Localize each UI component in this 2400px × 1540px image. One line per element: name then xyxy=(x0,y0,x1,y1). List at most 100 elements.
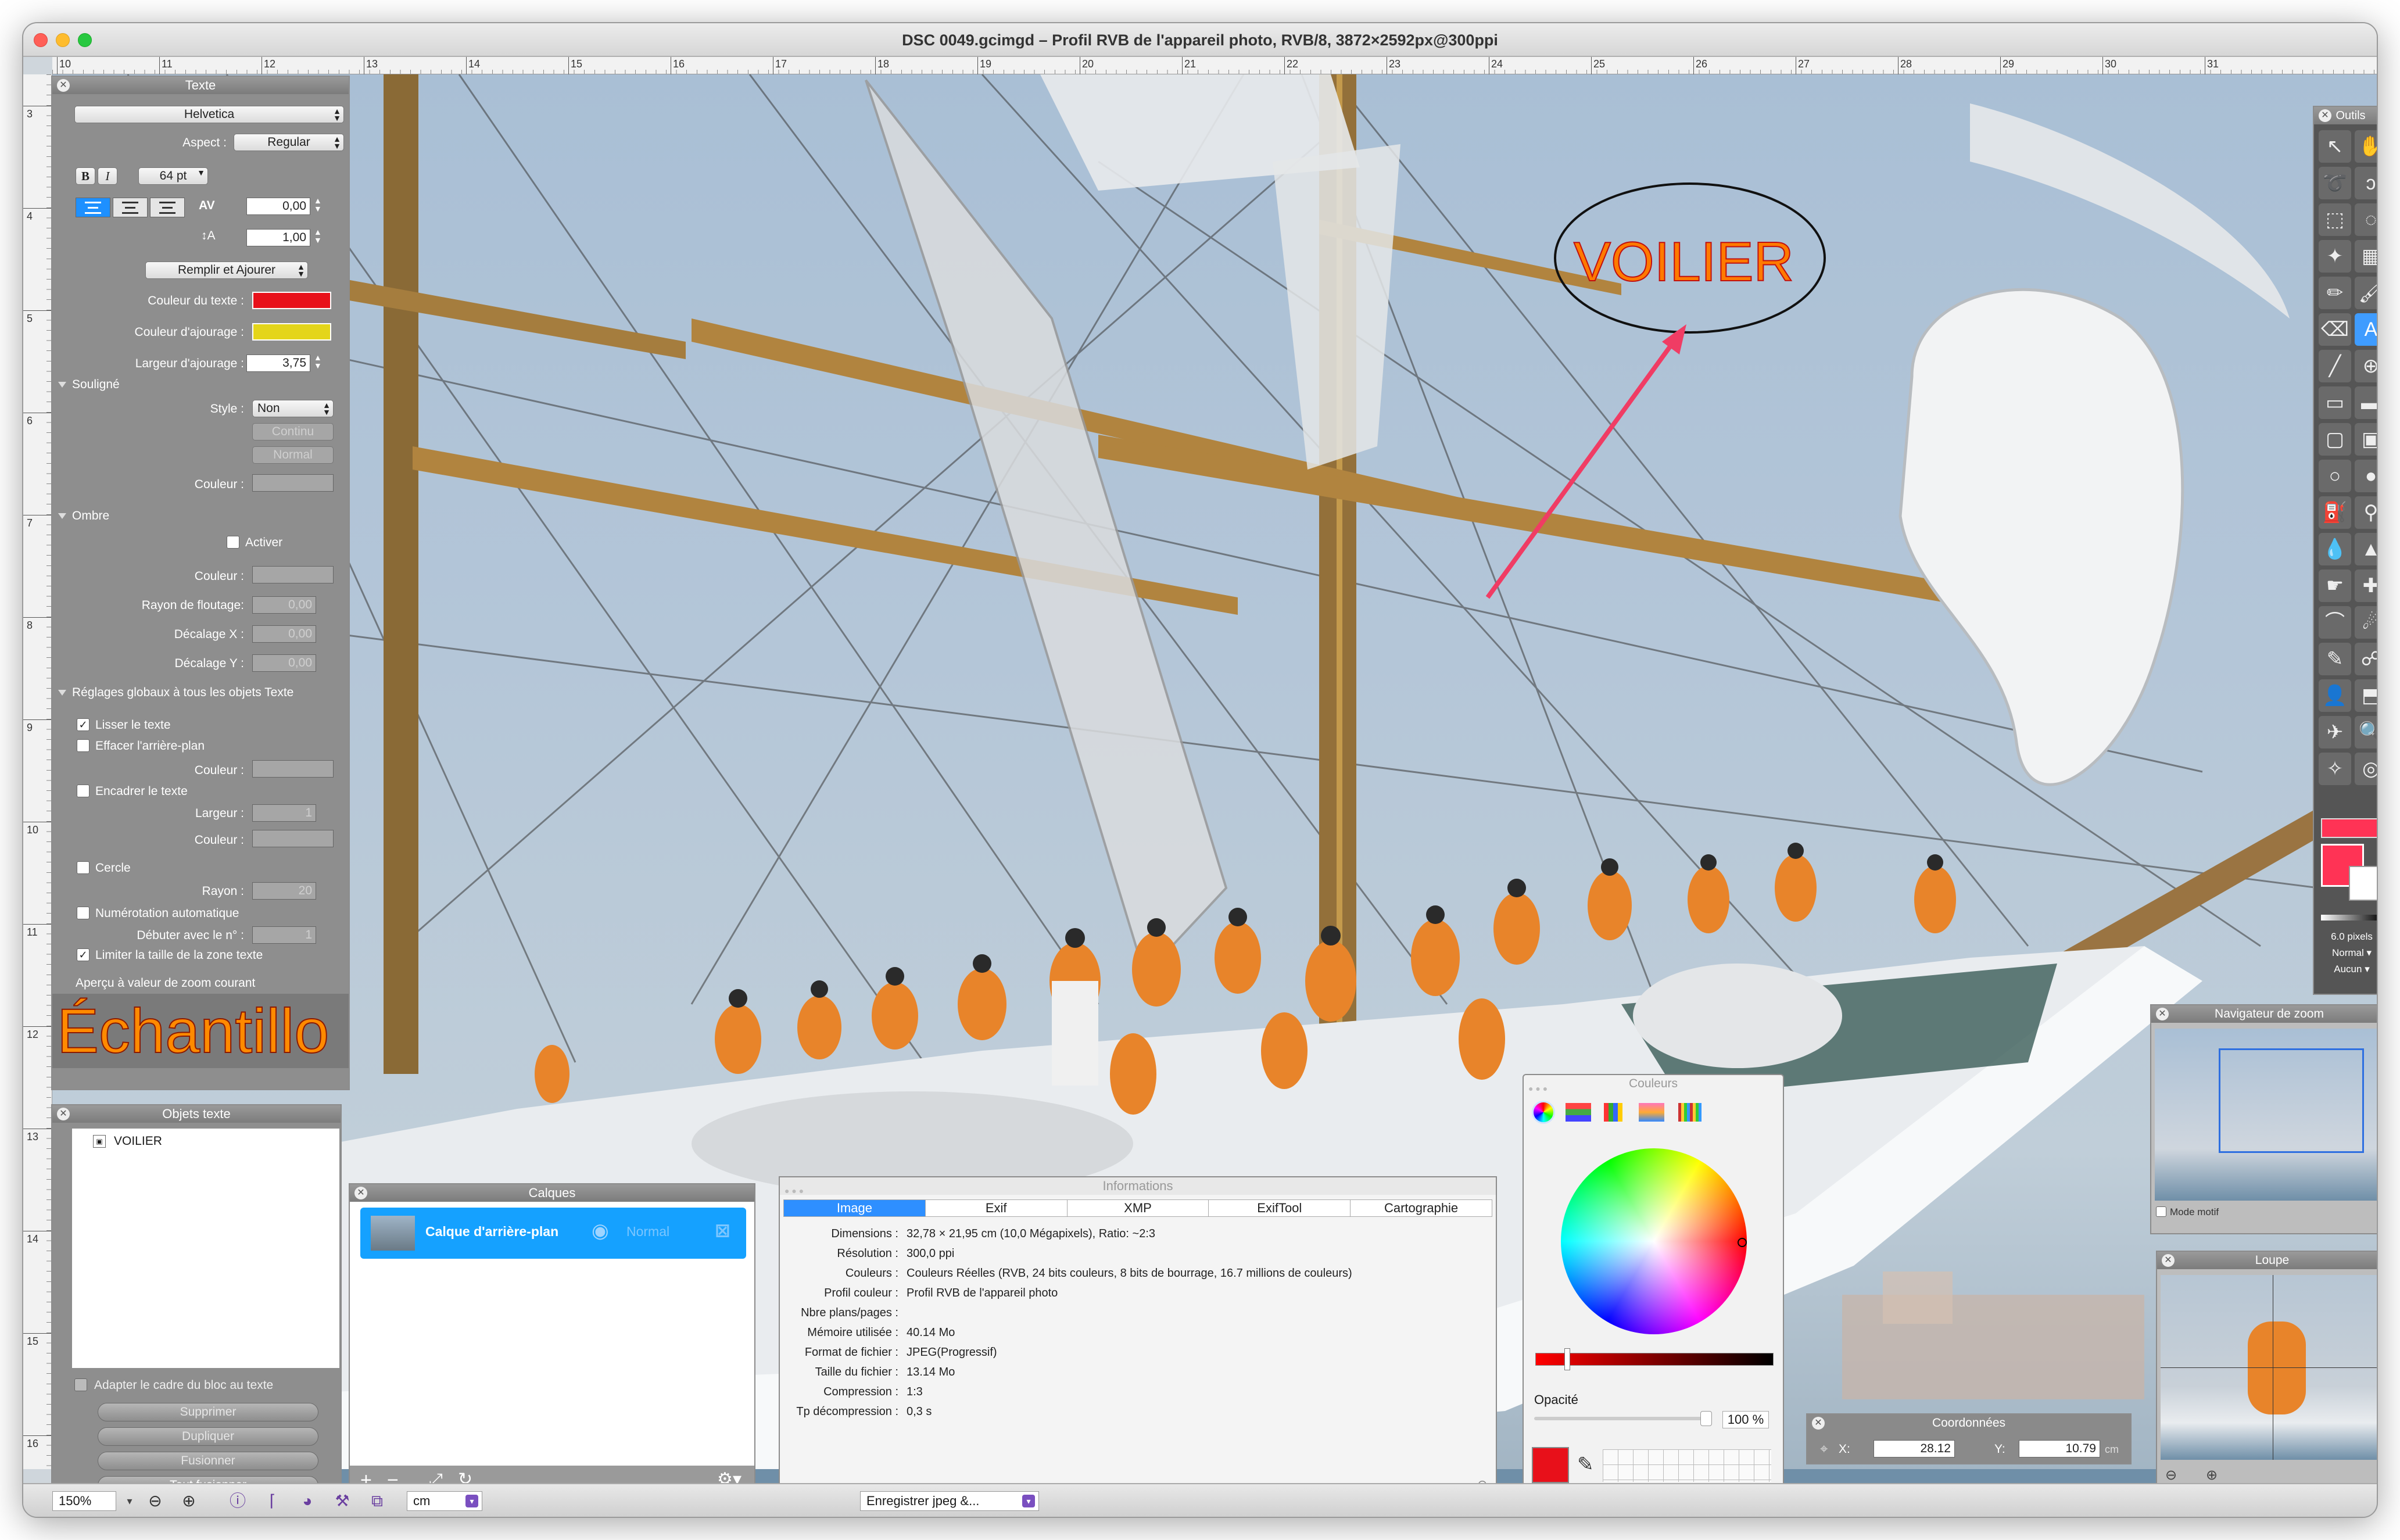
arrow-icon[interactable]: ↖ xyxy=(2319,130,2351,163)
shadow-section[interactable]: Ombre xyxy=(58,509,109,523)
close-icon[interactable]: ✕ xyxy=(57,79,70,92)
layer-mask-icon[interactable]: ⊠ xyxy=(715,1219,730,1241)
align-left-button[interactable] xyxy=(76,198,110,217)
palettes-tab-icon[interactable] xyxy=(1604,1103,1622,1122)
font-size-popup[interactable]: 64 pt ▼ xyxy=(138,167,208,185)
frame-text-checkbox[interactable] xyxy=(77,785,89,797)
align-right-button[interactable] xyxy=(150,198,185,217)
eraser-icon[interactable]: ⌫ xyxy=(2319,313,2351,346)
tab-exif[interactable]: Exif xyxy=(926,1200,1068,1216)
smooth-text-checkbox[interactable]: ✓ xyxy=(77,718,89,731)
pencil-icon[interactable]: ✏ xyxy=(2319,277,2351,309)
delete-button[interactable]: Supprimer xyxy=(98,1403,318,1421)
wrench-icon[interactable]: ⚒ xyxy=(332,1491,352,1511)
filled-rectangle-icon[interactable]: ▬ xyxy=(2355,386,2377,419)
color-replace-icon[interactable]: ☍ xyxy=(2355,643,2377,675)
zoom-icon[interactable]: 🔍 xyxy=(2355,716,2377,748)
lasso-icon[interactable]: ➰ xyxy=(2319,167,2351,199)
fill-mode-popup[interactable]: Remplir et Ajourer ▲ ▼ xyxy=(145,262,308,279)
brightness-knob[interactable] xyxy=(1564,1348,1570,1370)
zoom-popup-chevron-icon[interactable]: ▾ xyxy=(120,1491,139,1511)
stroke-color-swatch[interactable] xyxy=(252,323,331,341)
tab-xmp[interactable]: XMP xyxy=(1068,1200,1209,1216)
opacity-field[interactable]: 100 % xyxy=(1722,1411,1769,1428)
transform-icon[interactable]: ⬒ xyxy=(2355,679,2377,712)
ruler-icon[interactable]: ⌈ xyxy=(263,1491,282,1511)
bold-button[interactable]: B xyxy=(76,167,95,185)
unit-popup[interactable]: cm ▾ xyxy=(407,1491,482,1511)
tab-image[interactable]: Image xyxy=(784,1200,926,1216)
sharpen-icon[interactable]: ▲ xyxy=(2355,533,2377,565)
close-icon[interactable]: ✕ xyxy=(354,1187,367,1199)
spray-icon[interactable]: ✧ xyxy=(2319,753,2351,785)
close-icon[interactable]: ✕ xyxy=(2162,1254,2175,1267)
secondary-color-swatch[interactable] xyxy=(2349,866,2377,901)
crop-icon[interactable]: ⧉ xyxy=(367,1491,387,1511)
leading-field[interactable]: 1,00 xyxy=(246,229,310,246)
filled-ellipse-icon[interactable]: ● xyxy=(2355,460,2377,492)
navigator-thumbnail[interactable] xyxy=(2155,1029,2377,1201)
image-palette-tab-icon[interactable] xyxy=(1639,1103,1664,1122)
rect-select-icon[interactable]: ⬚ xyxy=(2319,203,2351,236)
layer-row[interactable]: Calque d'arrière-plan ◉ Normal ⊠ xyxy=(360,1208,746,1259)
paint-bucket-icon[interactable]: ⛽ xyxy=(2319,496,2351,529)
freehand-lasso-icon[interactable]: ↄ xyxy=(2355,167,2377,199)
blend-mode-popup[interactable]: Normal ▾ xyxy=(2319,947,2377,959)
zoom-in-icon[interactable]: ⊕ xyxy=(2206,1467,2218,1484)
navigator-viewport[interactable] xyxy=(2219,1048,2364,1153)
merge-button[interactable]: Fusionner xyxy=(98,1452,318,1470)
current-color-swatch[interactable] xyxy=(1532,1447,1569,1483)
close-icon[interactable]: ✕ xyxy=(1812,1417,1825,1430)
ellipse-select-icon[interactable]: ◌ xyxy=(2355,203,2377,236)
color-wheel-cursor[interactable] xyxy=(1738,1238,1747,1247)
brush-size-slider[interactable] xyxy=(2321,915,2377,921)
color-swatches-grid[interactable] xyxy=(1603,1449,1771,1482)
dodge-icon[interactable]: ⌒ xyxy=(2319,606,2351,639)
kerning-field[interactable]: 0,00 xyxy=(246,198,310,215)
silhouette-icon[interactable]: 👤 xyxy=(2319,679,2351,712)
close-icon[interactable]: ✕ xyxy=(2319,109,2331,122)
hand-icon[interactable]: ✋ xyxy=(2355,130,2377,163)
zoom-in-icon[interactable]: ⊕ xyxy=(179,1491,199,1511)
duplicate-button[interactable]: Dupliquer xyxy=(98,1427,318,1446)
erase-bg-checkbox[interactable] xyxy=(77,739,89,752)
underline-section[interactable]: Souligné xyxy=(58,378,120,392)
stroke-width-stepper[interactable]: ▲ ▼ xyxy=(314,353,322,370)
zoom-out-icon[interactable]: ⊖ xyxy=(145,1491,165,1511)
line-icon[interactable]: ╱ xyxy=(2319,350,2351,382)
close-icon[interactable]: ✕ xyxy=(57,1108,70,1120)
color-select-icon[interactable]: ▦ xyxy=(2355,240,2377,273)
eyedropper-icon[interactable]: ✎ xyxy=(1577,1453,1594,1476)
close-icon[interactable]: ✕ xyxy=(2156,1008,2169,1020)
fit-frame-checkbox[interactable] xyxy=(74,1378,87,1391)
font-popup[interactable]: Helvetica ▲ ▼ xyxy=(74,106,344,123)
stamp-icon[interactable]: ⚲ xyxy=(2355,496,2377,529)
kerning-stepper[interactable]: ▲ ▼ xyxy=(314,196,322,213)
color-wheel-tab-icon[interactable] xyxy=(1532,1101,1555,1124)
rounded-rect-icon[interactable]: ▢ xyxy=(2319,423,2351,456)
pattern-popup[interactable]: Aucun ▾ xyxy=(2319,964,2377,975)
underline-style-popup[interactable]: Non ▲ ▼ xyxy=(252,400,334,417)
spiral-icon[interactable]: ◎ xyxy=(2355,753,2377,785)
y-coordinate-field[interactable]: 10.79 xyxy=(2019,1440,2100,1457)
bandage-icon[interactable]: ✚ xyxy=(2355,570,2377,602)
magic-wand-icon[interactable]: ✦ xyxy=(2319,240,2351,273)
color-profile-icon[interactable]: ◕ xyxy=(298,1491,317,1511)
crayons-tab-icon[interactable] xyxy=(1678,1103,1702,1122)
save-jpeg-popup[interactable]: Enregistrer jpeg &... ▾ xyxy=(860,1491,1039,1511)
opacity-slider[interactable] xyxy=(1534,1417,1708,1420)
circle-checkbox[interactable] xyxy=(77,861,89,874)
ellipse-icon[interactable]: ○ xyxy=(2319,460,2351,492)
rectangle-icon[interactable]: ▭ xyxy=(2319,386,2351,419)
zoom-out-icon[interactable]: ⊖ xyxy=(2165,1467,2177,1484)
eye-icon[interactable]: ◉ xyxy=(592,1219,609,1242)
brightness-slider[interactable] xyxy=(1535,1353,1774,1366)
stroke-width-field[interactable]: 3,75 xyxy=(246,354,310,372)
crosshair-icon[interactable]: ⊕ xyxy=(2355,350,2377,382)
airbrush-icon[interactable]: ✈ xyxy=(2319,716,2351,748)
smudge-icon[interactable]: ☛ xyxy=(2319,570,2351,602)
voilier-text-object[interactable]: VOILIER xyxy=(1573,230,1794,294)
window-dots-icon[interactable]: ● ● ● xyxy=(1528,1080,1548,1097)
mode-motif-checkbox[interactable] xyxy=(2156,1206,2166,1217)
filled-rounded-rect-icon[interactable]: ▣ xyxy=(2355,423,2377,456)
